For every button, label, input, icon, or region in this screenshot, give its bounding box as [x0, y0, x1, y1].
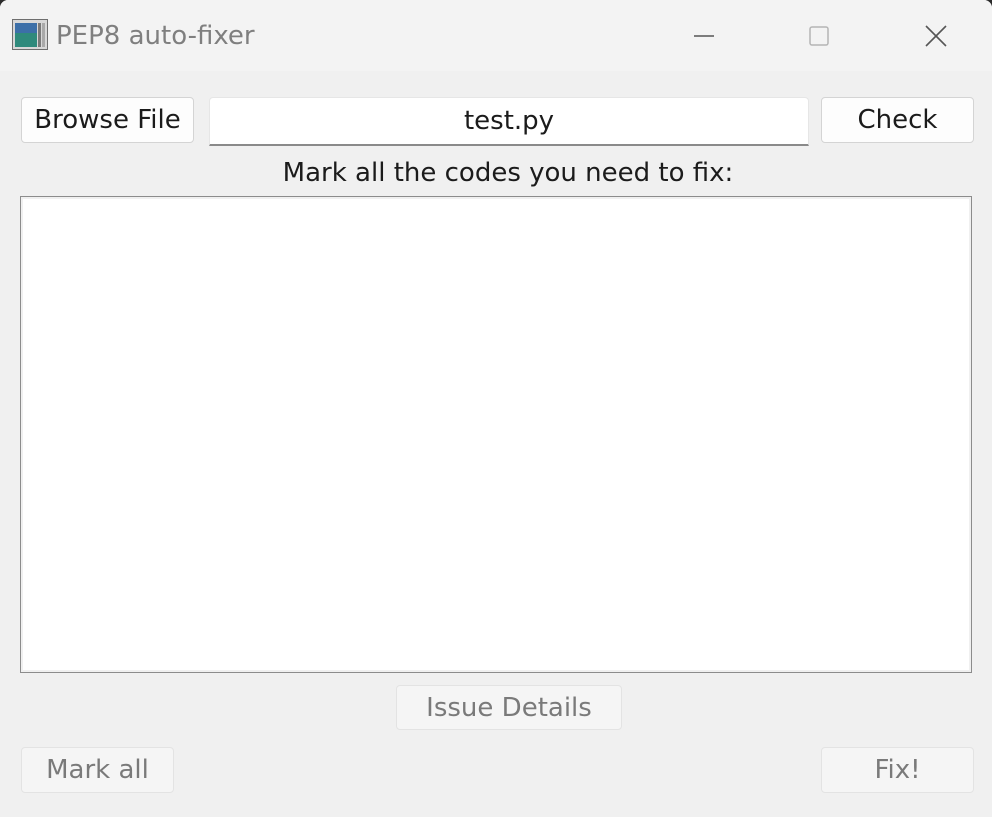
- fix-button[interactable]: Fix!: [821, 747, 974, 793]
- app-icon: [12, 19, 48, 50]
- maximize-button[interactable]: [784, 0, 854, 71]
- maximize-icon: [809, 25, 829, 46]
- check-button[interactable]: Check: [821, 97, 974, 143]
- mark-all-button[interactable]: Mark all: [21, 747, 174, 793]
- window-title: PEP8 auto-fixer: [56, 21, 255, 51]
- file-path-input[interactable]: [209, 97, 809, 146]
- instruction-label: Mark all the codes you need to fix:: [282, 158, 734, 188]
- app-window: PEP8 auto-fixer Browse File Check Mark a…: [0, 0, 992, 817]
- title-bar[interactable]: PEP8 auto-fixer: [0, 0, 992, 71]
- minimize-icon: [694, 34, 714, 37]
- close-button[interactable]: [901, 0, 971, 71]
- issue-code-list[interactable]: [20, 196, 972, 673]
- browse-file-button[interactable]: Browse File: [21, 97, 194, 143]
- close-icon: [925, 24, 947, 47]
- issue-details-button[interactable]: Issue Details: [396, 685, 622, 730]
- minimize-button[interactable]: [669, 0, 739, 71]
